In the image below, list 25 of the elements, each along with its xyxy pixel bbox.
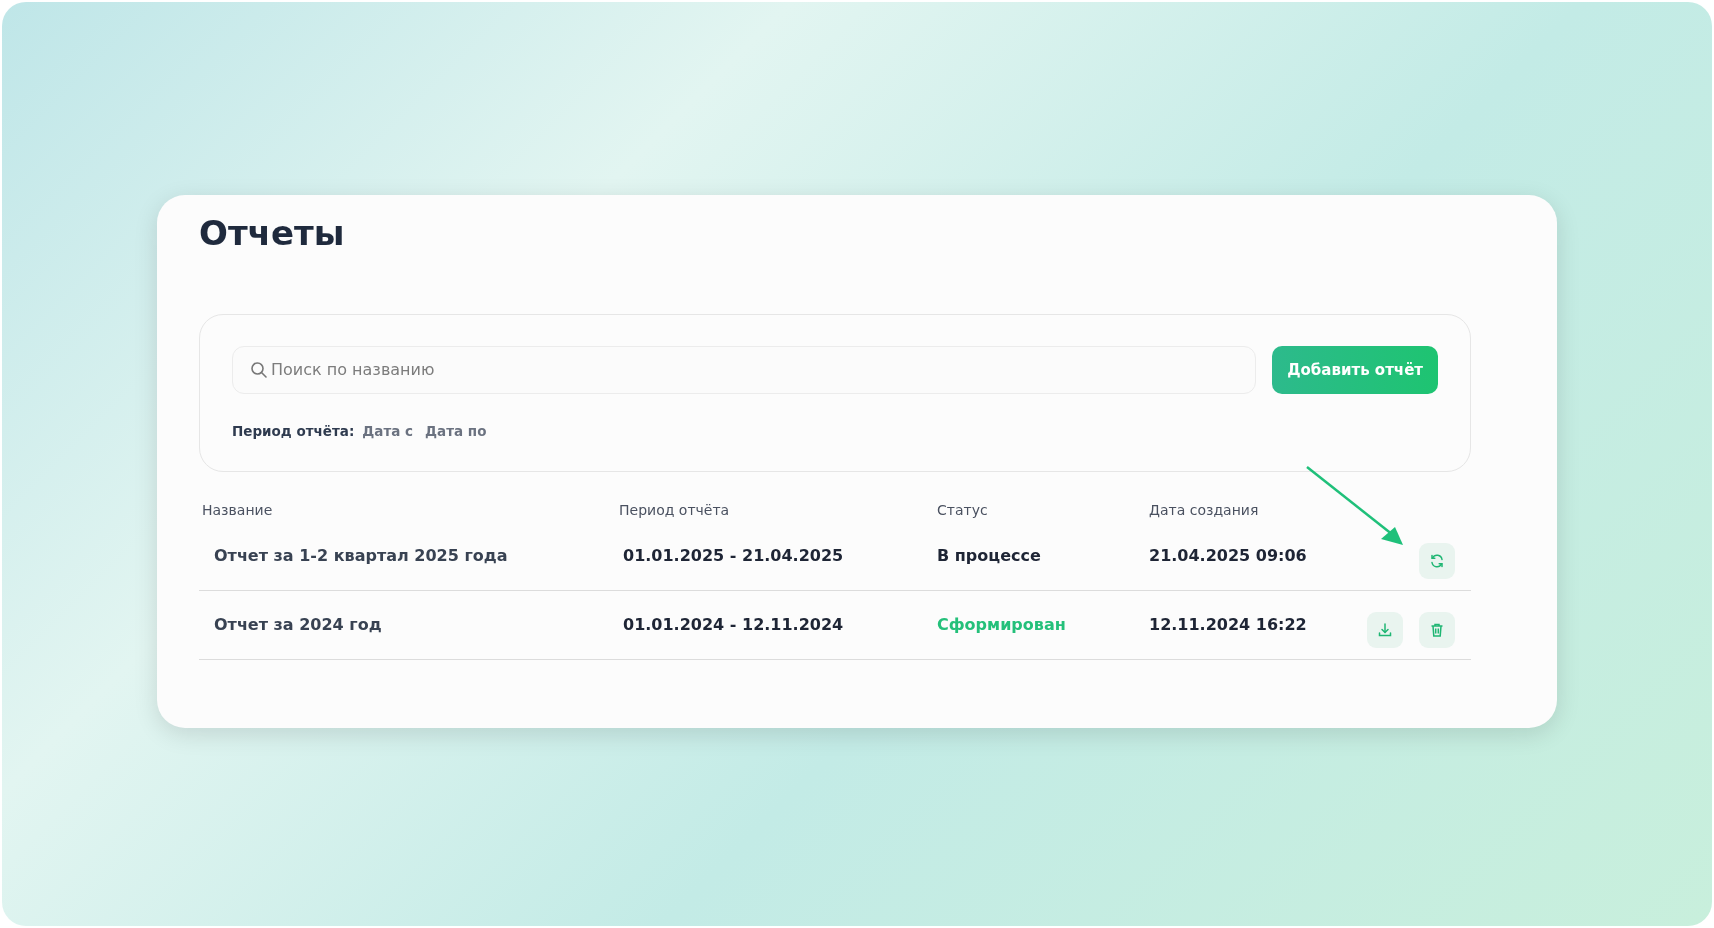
refresh-button[interactable]: [1419, 543, 1455, 580]
column-header: Период отчёта: [619, 500, 731, 520]
add-report-button[interactable]: Добавить отчёт: [1272, 345, 1438, 394]
column-header: Статус: [937, 500, 989, 520]
created-date: 21.04.2025 09:06: [1149, 545, 1308, 568]
report-name: Отчет за 1-2 квартал 2025 года: [213, 545, 509, 568]
trash-icon: [1429, 622, 1445, 639]
page-title: Отчеты: [199, 213, 346, 254]
search-icon: [250, 360, 268, 379]
delete-button[interactable]: [1419, 612, 1455, 649]
search-field[interactable]: Поиск по названию: [232, 345, 1257, 394]
column-header: Дата создания: [1149, 500, 1260, 520]
date-from-field[interactable]: Дата с: [362, 420, 414, 442]
date-to-field[interactable]: Дата по: [425, 420, 487, 442]
report-name: Отчет за 2024 год: [213, 614, 383, 637]
created-date: 12.11.2024 16:22: [1149, 614, 1308, 637]
period-label: Период отчёта:: [232, 421, 355, 441]
column-header: Название: [201, 500, 274, 520]
report-status: В процессе: [937, 545, 1042, 568]
refresh-icon: [1429, 553, 1445, 570]
report-period: 01.01.2024 - 12.11.2024: [622, 614, 845, 637]
report-period: 01.01.2025 - 21.04.2025: [622, 545, 845, 568]
download-icon: [1377, 622, 1393, 639]
download-button[interactable]: [1367, 612, 1403, 649]
report-status: Сформирован: [937, 614, 1067, 637]
